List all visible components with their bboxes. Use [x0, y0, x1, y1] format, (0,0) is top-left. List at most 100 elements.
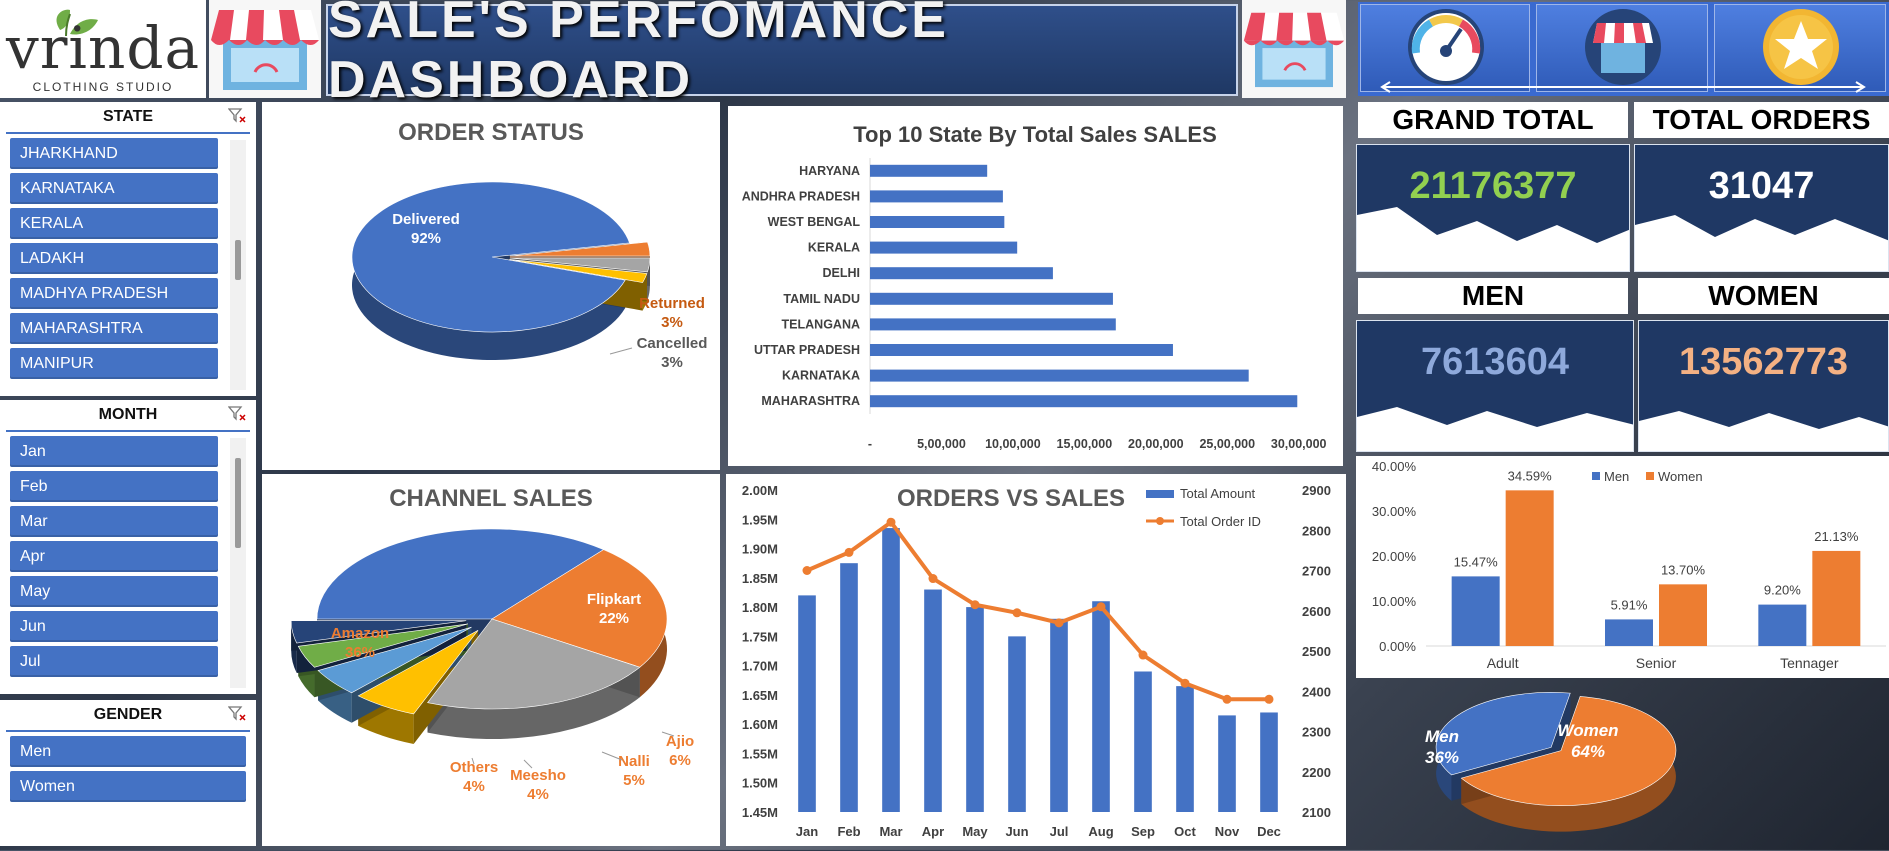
- slicer-item-gender[interactable]: Women: [10, 771, 246, 802]
- slicer-item-state[interactable]: MAHARASHTRA: [10, 313, 218, 344]
- monthly-amount-bar: [1008, 636, 1026, 812]
- grand-total-card: 21176377: [1356, 144, 1630, 272]
- slicer-item-month[interactable]: Jun: [10, 611, 218, 642]
- left-y-tick-label: 1.70M: [742, 659, 778, 674]
- state-scrollbar[interactable]: [230, 140, 246, 390]
- women-value: 13562773: [1678, 341, 1849, 383]
- month-tick-label: Feb: [837, 824, 860, 839]
- pie-slice-label: Cancelled: [637, 335, 708, 352]
- monthly-amount-bar: [924, 589, 942, 812]
- legend-label-amount: Total Amount: [1180, 486, 1256, 501]
- right-y-tick-label: 2700: [1302, 564, 1331, 579]
- nav-button-bar: [1358, 2, 1889, 96]
- slicer-item-state[interactable]: KARNATAKA: [10, 173, 218, 204]
- state-sales-bar: [870, 164, 988, 177]
- month-tick-label: Apr: [922, 824, 944, 839]
- nav-button-store[interactable]: [1536, 4, 1708, 92]
- bar-data-label: 34.59%: [1508, 468, 1553, 483]
- men-value: 7613604: [1421, 341, 1569, 383]
- dashboard-title: SALE'S PERFOMANCE DASHBOARD: [328, 0, 949, 109]
- pie-slice-label: Meesho: [510, 767, 566, 784]
- monthly-amount-bar: [840, 563, 858, 812]
- order-count-point: [886, 517, 896, 527]
- y-tick-label: 10.00%: [1372, 594, 1417, 609]
- legend-label-men: Men: [1604, 469, 1629, 484]
- pie-slice-label: Others: [450, 759, 498, 776]
- monthly-amount-bar: [1218, 715, 1236, 812]
- age-gender-bar: [1758, 604, 1807, 646]
- store-icon-box-left: [209, 0, 321, 98]
- state-category-label: MAHARASHTRA: [761, 394, 860, 408]
- month-tick-label: Nov: [1215, 824, 1240, 839]
- slicer-item-state[interactable]: JHARKHAND: [10, 138, 218, 169]
- left-y-tick-label: 1.95M: [742, 512, 778, 527]
- nav-arrow-icon: [1380, 81, 1866, 93]
- gender-pie-chart: Men 36% Women 64%: [1425, 692, 1677, 832]
- x-tick-label: -: [868, 437, 872, 451]
- state-slicer-label: STATE: [102, 108, 154, 125]
- age-category-label: Senior: [1636, 655, 1677, 671]
- month-slicer: MONTH Jan Feb Mar Apr May Jun Jul: [0, 400, 256, 694]
- month-tick-label: Jun: [1005, 824, 1028, 839]
- gender-slicer-title: GENDER: [6, 700, 250, 732]
- pie-slice-label: Ajio: [666, 733, 694, 750]
- bar-data-label: 5.91%: [1611, 597, 1648, 612]
- order-count-point: [970, 600, 980, 610]
- women-card: 13562773: [1638, 320, 1889, 452]
- left-y-tick-label: 1.55M: [742, 746, 778, 761]
- grand-total-label: GRAND TOTAL: [1358, 102, 1628, 138]
- left-y-tick-label: 1.80M: [742, 600, 778, 615]
- month-tick-label: May: [962, 824, 988, 839]
- monthly-amount-bar: [1134, 671, 1152, 812]
- state-slicer: STATE JHARKHAND KARNATAKA KERALA LADAKH MADH…: [0, 102, 256, 396]
- month-scroll-thumb[interactable]: [235, 458, 241, 548]
- monthly-amount-bar: [1050, 618, 1068, 812]
- left-y-tick-label: 1.60M: [742, 717, 778, 732]
- slicer-item-month[interactable]: Apr: [10, 541, 218, 572]
- bar-data-label: 21.13%: [1814, 529, 1859, 544]
- pie-slice-pct: 4%: [463, 778, 485, 795]
- pie-slice-pct: 36%: [345, 644, 375, 661]
- month-tick-label: Jan: [796, 824, 818, 839]
- pie-leader-line: [609, 347, 633, 355]
- age-gender-bar: [1505, 490, 1554, 646]
- age-category-label: Adult: [1487, 655, 1519, 671]
- slicer-item-month[interactable]: Jul: [10, 646, 218, 677]
- order-count-point: [1012, 608, 1022, 618]
- state-sales-bar: [870, 241, 1018, 254]
- gender-slicer: GENDER Men Women: [0, 700, 256, 846]
- slicer-item-month[interactable]: May: [10, 576, 218, 607]
- slicer-item-month[interactable]: Mar: [10, 506, 218, 537]
- legend-swatch-amount: [1146, 490, 1174, 498]
- order-count-point: [1180, 678, 1190, 688]
- legend-swatch-men: [1592, 472, 1600, 480]
- men-card: 7613604: [1356, 320, 1634, 452]
- clear-filter-icon[interactable]: [228, 406, 246, 422]
- month-tick-label: Aug: [1088, 824, 1113, 839]
- pie-slice-label: Returned: [639, 295, 705, 312]
- clear-filter-icon[interactable]: [228, 108, 246, 124]
- total-orders-label: TOTAL ORDERS: [1634, 102, 1889, 138]
- bar-data-label: 13.70%: [1661, 562, 1706, 577]
- pie-slice-pct: 36%: [1425, 748, 1459, 767]
- state-scroll-thumb[interactable]: [235, 240, 241, 280]
- slicer-item-state[interactable]: MADHYA PRADESH: [10, 278, 218, 309]
- slicer-item-month[interactable]: Feb: [10, 471, 218, 502]
- month-scrollbar[interactable]: [230, 438, 246, 688]
- right-y-tick-label: 2400: [1302, 684, 1331, 699]
- slicer-item-state[interactable]: KERALA: [10, 208, 218, 239]
- order-count-point: [1264, 694, 1274, 704]
- slicer-item-month[interactable]: Jan: [10, 436, 218, 467]
- slicer-item-state[interactable]: LADAKH: [10, 243, 218, 274]
- age-gender-bar: [1605, 619, 1653, 646]
- nav-button-gauge[interactable]: [1360, 4, 1530, 92]
- y-tick-label: 20.00%: [1372, 549, 1417, 564]
- slicer-item-gender[interactable]: Men: [10, 736, 246, 767]
- order-count-point: [1138, 650, 1148, 660]
- nav-button-star[interactable]: [1714, 4, 1886, 92]
- total-orders-card: 31047: [1634, 144, 1889, 272]
- clear-filter-icon[interactable]: [228, 706, 246, 722]
- logo-box: vrinda CLOTHING STUDIO: [0, 0, 206, 98]
- state-category-label: DELHI: [823, 266, 861, 280]
- slicer-item-state[interactable]: MANIPUR: [10, 348, 218, 379]
